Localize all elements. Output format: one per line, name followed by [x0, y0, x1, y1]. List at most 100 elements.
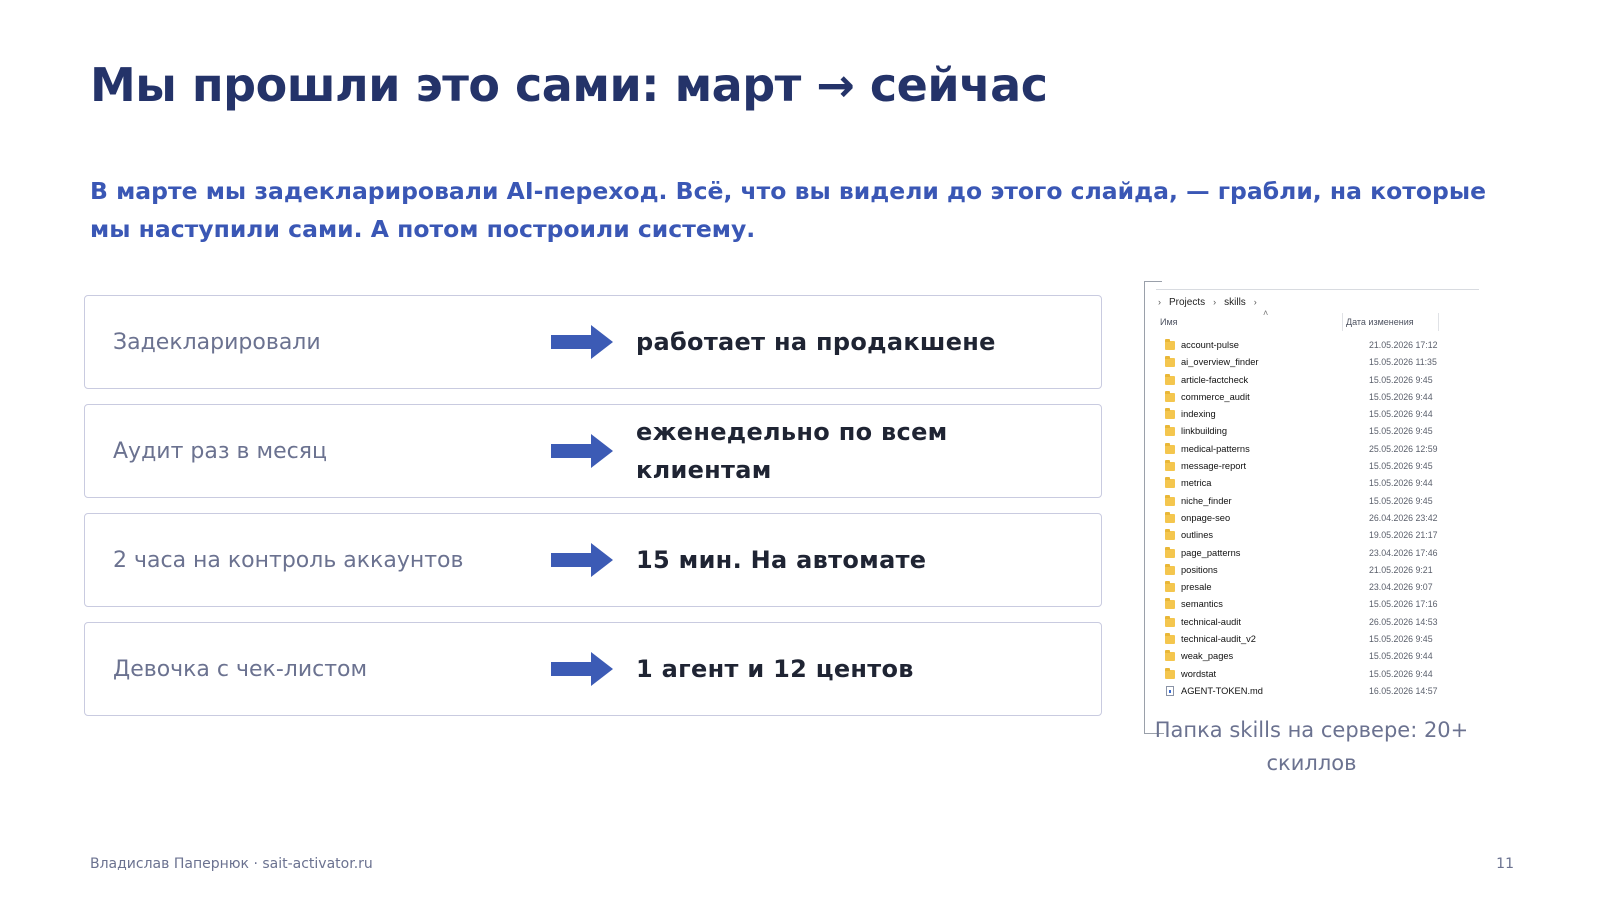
- file-modified-date: 26.04.2026 23:42: [1369, 512, 1438, 523]
- list-item[interactable]: technical-audit_v2 15.05.2026 9:45: [1165, 631, 1475, 648]
- before-label: Аудит раз в месяц: [113, 438, 327, 464]
- after-label: 15 мин. На автомате: [636, 546, 927, 574]
- breadcrumb-item-skills[interactable]: skills: [1224, 297, 1246, 308]
- arrow-right-icon: [551, 543, 613, 577]
- file-modified-date: 23.04.2026 9:07: [1369, 582, 1433, 593]
- list-item[interactable]: metrica 15.05.2026 9:44: [1165, 475, 1475, 492]
- file-modified-date: 15.05.2026 17:16: [1369, 599, 1438, 610]
- file-name: presale: [1181, 582, 1212, 593]
- file-modified-date: 21.05.2026 17:12: [1369, 340, 1438, 350]
- explorer-toolbar-divider: [1156, 289, 1479, 290]
- comparison-row: Задекларировали работает на продакшене: [84, 295, 1102, 389]
- comparison-list: Задекларировали работает на продакшене Ауд…: [84, 295, 1102, 731]
- folder-icon: [1165, 546, 1175, 558]
- list-item[interactable]: presale 23.04.2026 9:07: [1165, 579, 1475, 596]
- file-modified-date: 15.05.2026 9:44: [1369, 651, 1433, 662]
- slide-title: Мы прошли это сами: март → сейчас: [90, 58, 1048, 112]
- arrow-right-icon: [551, 325, 613, 359]
- file-name: positions: [1181, 564, 1218, 575]
- folder-icon: [1165, 598, 1175, 610]
- list-item[interactable]: weak_pages 15.05.2026 9:44: [1165, 648, 1475, 665]
- sort-ascending-icon: ˄: [1263, 308, 1269, 318]
- list-item[interactable]: positions 21.05.2026 9:21: [1165, 562, 1475, 579]
- list-item[interactable]: AGENT-TOKEN.md 16.05.2026 14:57: [1165, 683, 1475, 700]
- screenshot-border: [1144, 281, 1145, 734]
- comparison-row: Аудит раз в месяц еженедельно по всем кли…: [84, 404, 1102, 498]
- list-item[interactable]: onpage-seo 26.04.2026 23:42: [1165, 510, 1475, 527]
- file-name: outlines: [1181, 530, 1214, 541]
- file-modified-date: 15.05.2026 9:45: [1369, 461, 1433, 472]
- folder-icon: [1165, 494, 1175, 506]
- list-item[interactable]: ai_overview_finder 15.05.2026 11:35: [1165, 354, 1475, 371]
- folder-icon: [1165, 356, 1175, 368]
- file-name: message-report: [1181, 461, 1247, 472]
- list-item[interactable]: page_patterns 23.04.2026 17:46: [1165, 545, 1475, 562]
- folder-icon: [1165, 633, 1175, 645]
- list-item[interactable]: niche_finder 15.05.2026 9:45: [1165, 493, 1475, 510]
- page-number: 11: [1496, 856, 1514, 872]
- file-modified-date: 23.04.2026 17:46: [1369, 547, 1438, 558]
- file-modified-date: 15.05.2026 9:45: [1369, 374, 1433, 385]
- file-name: indexing: [1181, 409, 1216, 420]
- arrow-right-icon: [551, 434, 613, 468]
- file-name: medical-patterns: [1181, 443, 1250, 454]
- file-modified-date: 19.05.2026 21:17: [1369, 530, 1438, 541]
- folder-icon: [1165, 529, 1175, 541]
- file-modified-date: 15.05.2026 9:44: [1369, 668, 1433, 679]
- folder-icon: [1165, 408, 1175, 420]
- list-item[interactable]: outlines 19.05.2026 21:17: [1165, 527, 1475, 544]
- file-name: ai_overview_finder: [1181, 357, 1259, 368]
- file-modified-date: 15.05.2026 9:44: [1369, 478, 1433, 489]
- list-item[interactable]: account-pulse 21.05.2026 17:12: [1165, 337, 1475, 354]
- file-name: metrica: [1181, 478, 1212, 489]
- breadcrumb: › Projects › skills ›: [1158, 295, 1265, 309]
- folder-icon: [1165, 667, 1175, 679]
- arrow-right-icon: [551, 652, 613, 686]
- file-modified-date: 25.05.2026 12:59: [1369, 443, 1438, 454]
- file-name: account-pulse: [1181, 340, 1239, 350]
- column-header-modified[interactable]: Дата изменения: [1346, 317, 1414, 327]
- file-modified-date: 15.05.2026 9:45: [1369, 495, 1433, 506]
- folder-icon: [1165, 339, 1175, 350]
- file-name: onpage-seo: [1181, 512, 1231, 523]
- folder-icon: [1165, 511, 1175, 523]
- folder-icon: [1165, 442, 1175, 454]
- file-name: weak_pages: [1181, 651, 1234, 662]
- chevron-right-icon: ›: [1213, 297, 1217, 307]
- file-name: technical-audit: [1181, 616, 1241, 627]
- comparison-row: Девочка с чек-листом 1 агент и 12 центов: [84, 622, 1102, 716]
- breadcrumb-item-projects[interactable]: Projects: [1169, 297, 1205, 308]
- after-label: работает на продакшене: [636, 328, 996, 356]
- list-item[interactable]: article-factcheck 15.05.2026 9:45: [1165, 372, 1475, 389]
- column-header-name[interactable]: Имя: [1160, 317, 1178, 327]
- folder-icon: [1165, 581, 1175, 593]
- before-label: Задекларировали: [113, 329, 321, 355]
- file-name: AGENT-TOKEN.md: [1181, 685, 1263, 696]
- chevron-right-icon: ›: [1158, 297, 1161, 307]
- list-item[interactable]: semantics 15.05.2026 17:16: [1165, 596, 1475, 613]
- file-icon: [1166, 685, 1174, 696]
- screenshot-border: [1144, 281, 1162, 282]
- file-modified-date: 15.05.2026 9:44: [1369, 391, 1433, 402]
- list-item[interactable]: wordstat 15.05.2026 9:44: [1165, 666, 1475, 683]
- list-item[interactable]: linkbuilding 15.05.2026 9:45: [1165, 423, 1475, 440]
- file-modified-date: 26.05.2026 14:53: [1369, 616, 1438, 627]
- file-modified-date: 15.05.2026 9:45: [1369, 634, 1433, 645]
- folder-icon: [1165, 425, 1175, 437]
- list-item[interactable]: medical-patterns 25.05.2026 12:59: [1165, 441, 1475, 458]
- after-label: 1 агент и 12 центов: [636, 655, 914, 683]
- slide-subtitle: В марте мы задекларировали AI-переход. В…: [90, 177, 1487, 243]
- comparison-row: 2 часа на контроль аккаунтов 15 мин. На а…: [84, 513, 1102, 607]
- list-item[interactable]: message-report 15.05.2026 9:45: [1165, 458, 1475, 475]
- file-name: wordstat: [1181, 668, 1217, 679]
- screenshot-caption: Папка skills на сервере: 20+ скиллов: [1154, 718, 1469, 775]
- list-item[interactable]: indexing 15.05.2026 9:44: [1165, 406, 1475, 423]
- file-list: account-pulse 21.05.2026 17:12 ai_overview…: [1165, 337, 1475, 700]
- folder-icon: [1165, 460, 1175, 472]
- chevron-right-icon: ›: [1253, 297, 1257, 307]
- file-modified-date: 15.05.2026 11:35: [1369, 357, 1437, 368]
- list-item[interactable]: commerce_audit 15.05.2026 9:44: [1165, 389, 1475, 406]
- list-item[interactable]: technical-audit 26.05.2026 14:53: [1165, 614, 1475, 631]
- file-name: article-factcheck: [1181, 374, 1249, 385]
- file-modified-date: 15.05.2026 9:44: [1369, 409, 1433, 420]
